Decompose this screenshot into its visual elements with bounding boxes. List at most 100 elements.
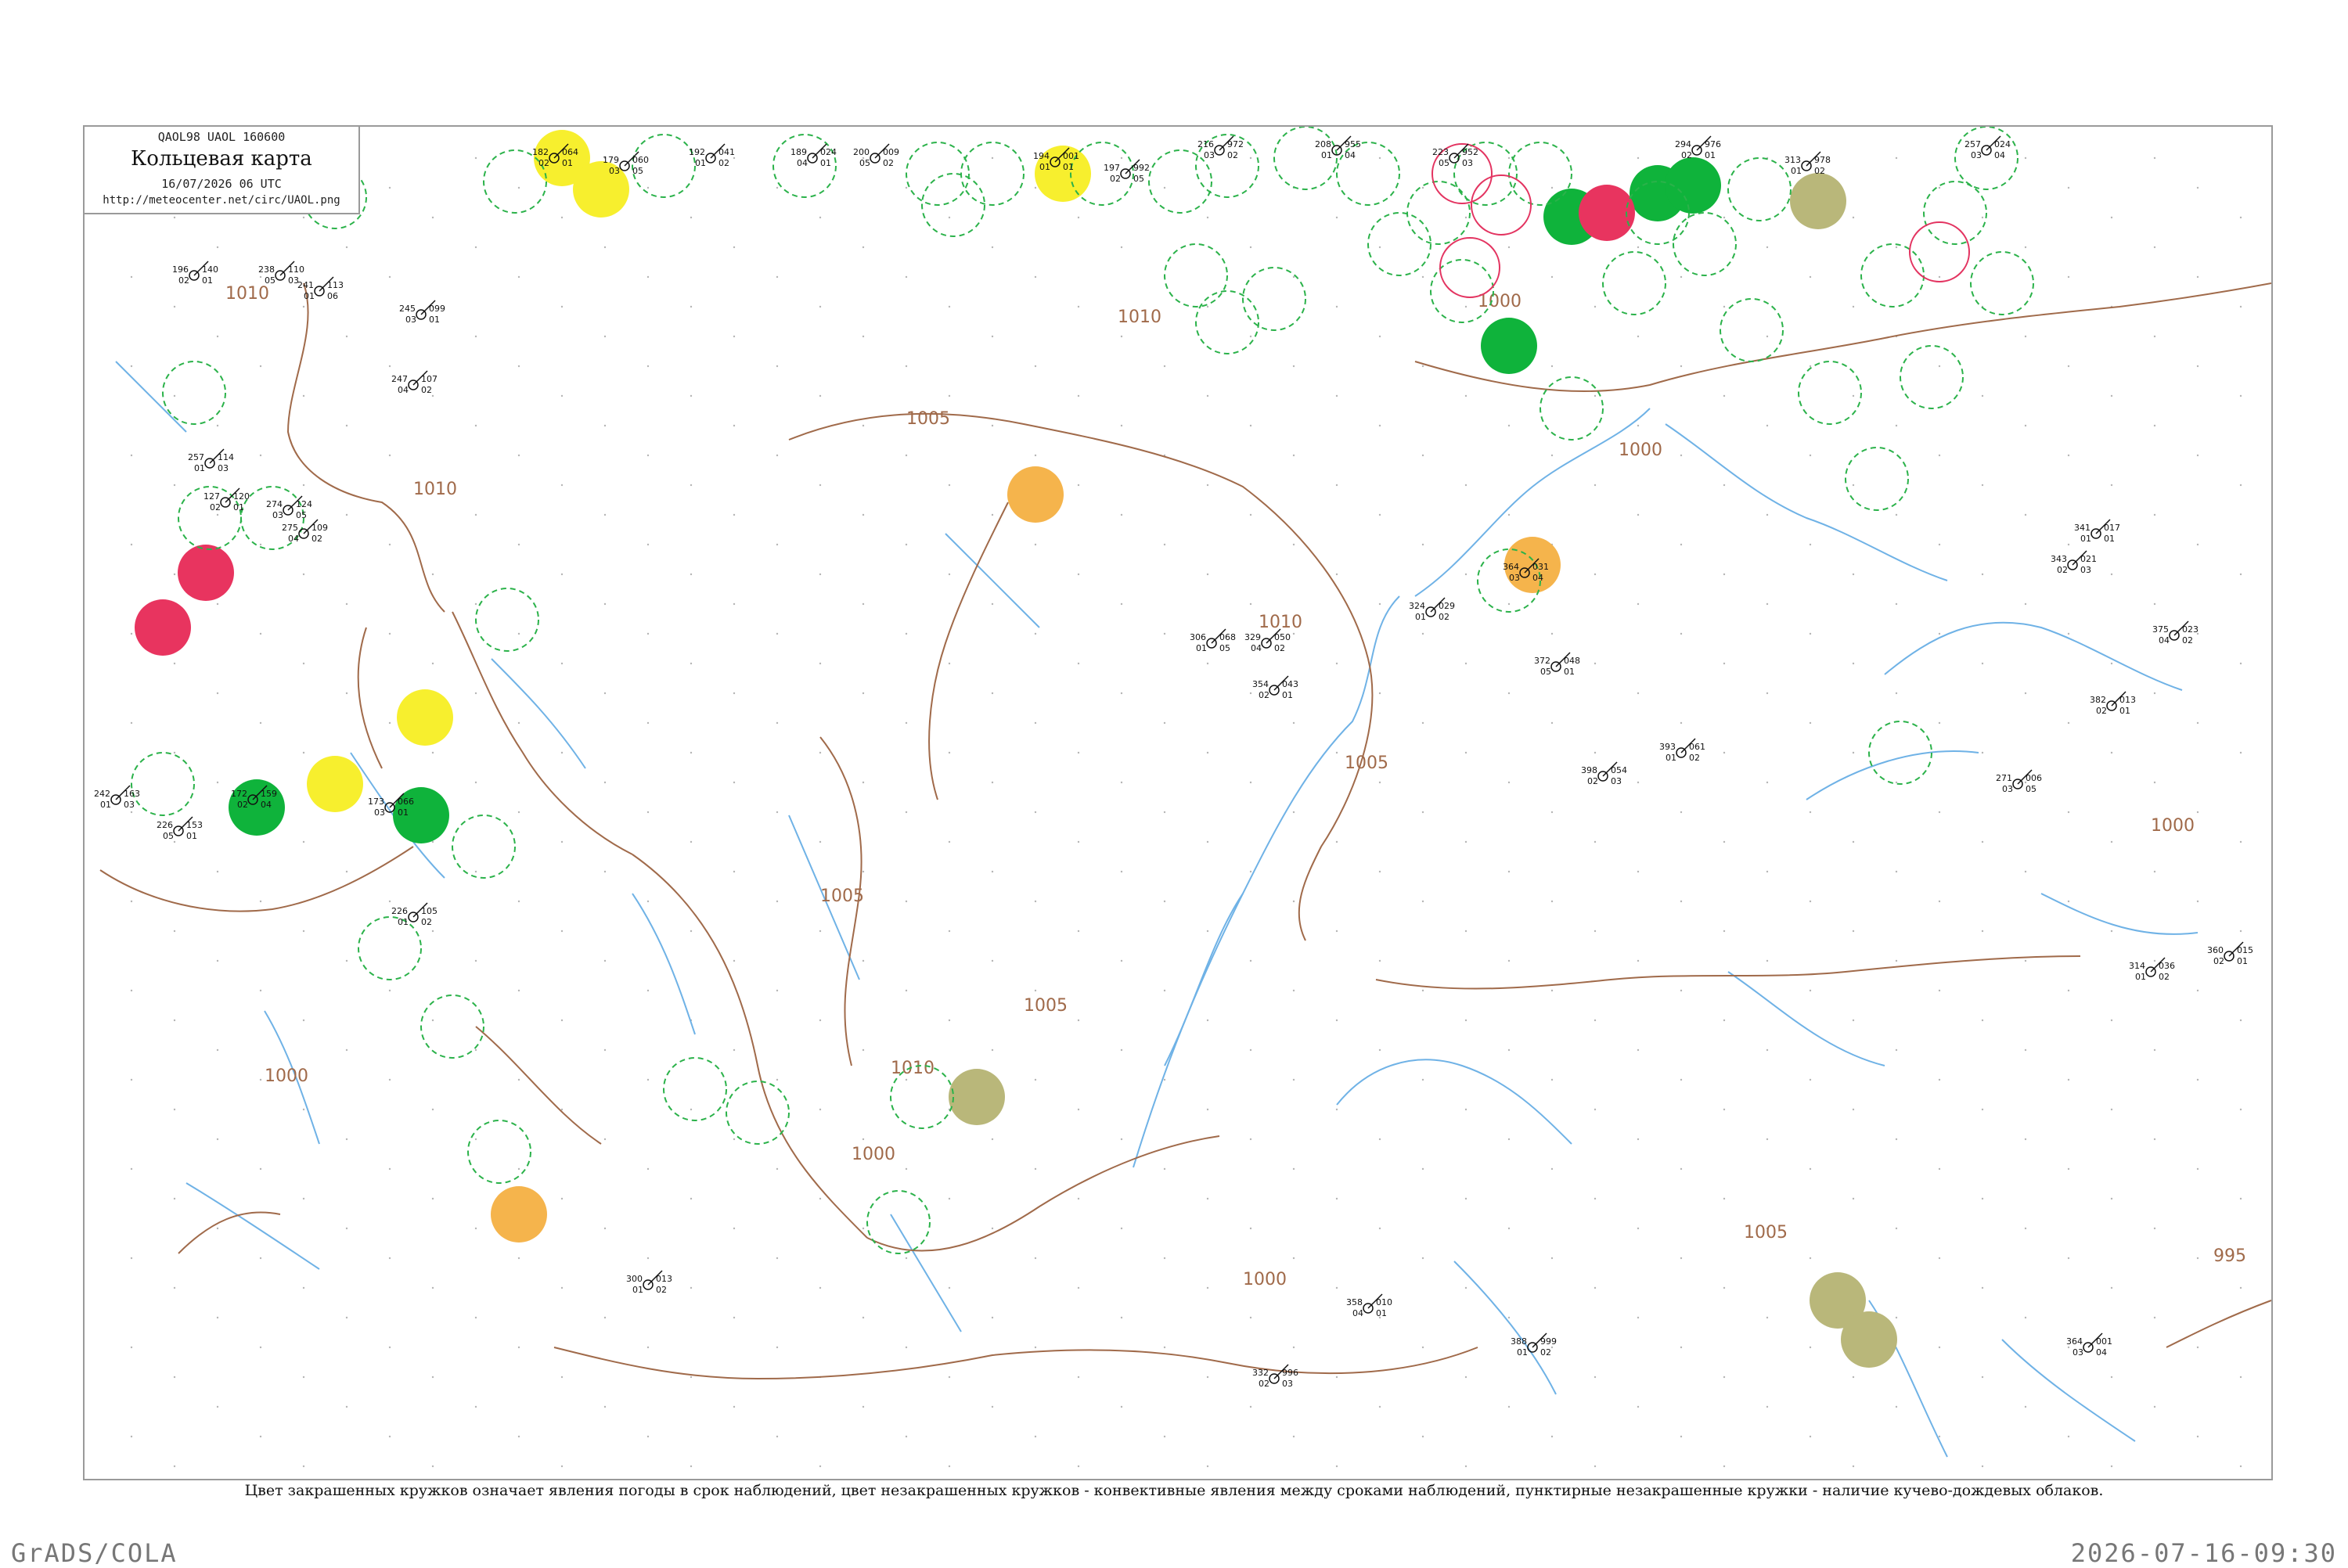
grid-dot xyxy=(1938,989,1941,992)
station-temp: 173 xyxy=(368,797,384,807)
grid-dot xyxy=(1594,484,1597,487)
grid-dot xyxy=(1249,335,1252,338)
isobar-label: 1000 xyxy=(1619,441,1662,460)
grid-dot xyxy=(1680,1435,1683,1438)
grid-dot xyxy=(1507,156,1511,160)
grid-dot xyxy=(474,692,477,695)
grid-dot xyxy=(1421,543,1424,546)
grid-dot xyxy=(2024,1405,2027,1408)
station-dewpoint: 02 xyxy=(538,158,549,168)
station-plot: 245 09901 03 xyxy=(399,300,445,325)
isobar-line xyxy=(632,854,868,1239)
cb-dashed-ring xyxy=(1602,251,1666,315)
grid-dot xyxy=(1550,811,1554,814)
isobar-label: 995 xyxy=(2213,1246,2246,1266)
grid-dot xyxy=(259,1435,262,1438)
grid-dot xyxy=(2239,573,2242,576)
isobar-label: 1005 xyxy=(1744,1223,1788,1243)
station-tendency: 02 xyxy=(656,1285,667,1295)
grid-dot xyxy=(2067,1078,2070,1081)
isobar-line xyxy=(99,846,414,912)
grid-dot xyxy=(2153,1227,2156,1230)
grid-dot xyxy=(2196,1078,2199,1081)
grid-dot xyxy=(1981,1019,1984,1022)
grid-dot xyxy=(259,1078,262,1081)
station-plot: 341 0170101 xyxy=(2074,519,2120,544)
station-tendency: 04 xyxy=(1345,150,1356,160)
grid-dot xyxy=(302,930,305,933)
isobar-line xyxy=(2166,1300,2271,1348)
cb-dashed-ring xyxy=(452,815,516,879)
grid-dot xyxy=(1206,751,1209,754)
grid-dot xyxy=(2110,394,2113,397)
isobar-label: 1005 xyxy=(1345,753,1388,773)
thunder-ring xyxy=(1471,174,1532,236)
grid-dot xyxy=(474,156,477,160)
grid-dot xyxy=(1550,1435,1554,1438)
grid-dot xyxy=(345,870,348,873)
weather-filled-circle xyxy=(397,689,453,746)
grid-dot xyxy=(1077,484,1080,487)
grid-dot xyxy=(1507,692,1511,695)
station-tendency: 01 xyxy=(186,831,197,841)
station-tendency: 03 xyxy=(1611,776,1622,786)
grid-dot xyxy=(603,1316,607,1319)
grid-dot xyxy=(1895,1316,1898,1319)
grid-dot xyxy=(1938,1078,1941,1081)
grid-dot xyxy=(1120,335,1123,338)
grid-dot xyxy=(819,751,822,754)
grid-dot xyxy=(948,1286,951,1289)
grid-dot xyxy=(603,870,607,873)
grid-dot xyxy=(2153,156,2156,160)
grid-dot xyxy=(1852,394,1855,397)
grid-dot xyxy=(1163,1257,1166,1260)
station-plot: 382 01301 02 xyxy=(2090,691,2136,716)
grid-dot xyxy=(690,1286,693,1289)
grid-dot xyxy=(1852,1108,1855,1111)
grid-dot xyxy=(991,602,994,606)
grid-dot xyxy=(690,751,693,754)
grid-dot xyxy=(1163,186,1166,189)
grid-dot xyxy=(474,1227,477,1230)
grid-dot xyxy=(1421,1346,1424,1349)
grid-dot xyxy=(1895,870,1898,873)
grid-dot xyxy=(1120,602,1123,606)
grid-dot xyxy=(1981,751,1984,754)
grid-dot xyxy=(603,692,607,695)
grid-dot xyxy=(2110,216,2113,219)
cb-dashed-ring xyxy=(420,994,484,1059)
grid-dot xyxy=(216,246,219,249)
station-plot: 274 12405 03 xyxy=(266,495,312,520)
grid-dot xyxy=(1464,751,1468,754)
grid-dot xyxy=(1766,335,1769,338)
grid-dot xyxy=(1034,365,1037,368)
grid-dot xyxy=(991,424,994,427)
grid-dot xyxy=(173,1019,176,1022)
grid-dot xyxy=(1895,246,1898,249)
grid-dot xyxy=(862,335,865,338)
station-pressure: 054 xyxy=(1611,765,1627,775)
station-dewpoint: 03 xyxy=(2002,784,2013,794)
grid-dot xyxy=(1981,394,1984,397)
grid-dot xyxy=(2067,454,2070,457)
isobar-line xyxy=(866,1135,1220,1252)
station-tendency: 03 xyxy=(1282,1379,1293,1389)
grid-dot xyxy=(2239,394,2242,397)
grid-dot xyxy=(819,930,822,933)
grid-dot xyxy=(1077,751,1080,754)
grid-dot xyxy=(1852,1019,1855,1022)
grid-dot xyxy=(517,1167,520,1171)
grid-dot xyxy=(1938,1167,1941,1171)
map-header-box: QAOL98 UAOL 160600 Кольцевая карта 16/07… xyxy=(85,127,360,214)
grid-dot xyxy=(1421,989,1424,992)
grid-dot xyxy=(603,424,607,427)
station-pressure: 060 xyxy=(632,155,649,165)
grid-dot xyxy=(130,543,133,546)
station-dewpoint: 03 xyxy=(1204,150,1215,160)
grid-dot xyxy=(948,484,951,487)
grid-dot xyxy=(603,1405,607,1408)
station-temp: 245 xyxy=(399,304,416,314)
grid-dot xyxy=(474,1316,477,1319)
grid-dot xyxy=(2067,365,2070,368)
grid-dot xyxy=(302,305,305,308)
